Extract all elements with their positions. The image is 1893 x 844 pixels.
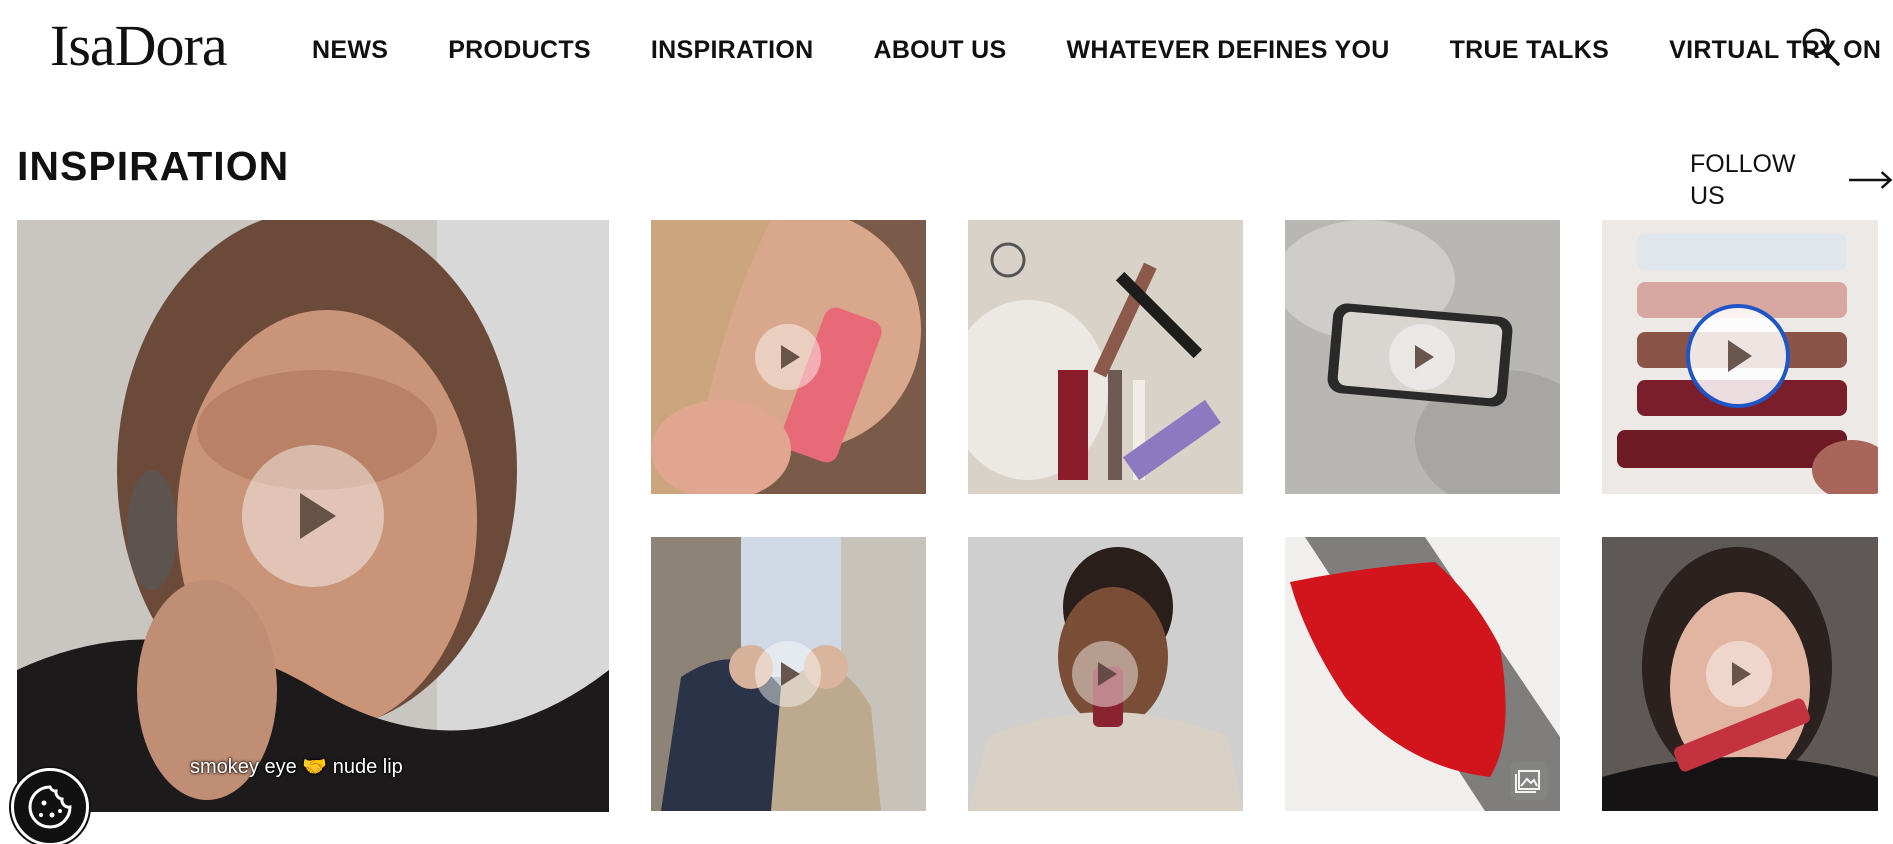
nav-item-inspiration[interactable]: INSPIRATION bbox=[651, 34, 814, 66]
inspiration-tile-1[interactable] bbox=[17, 220, 609, 812]
tile-image bbox=[968, 220, 1243, 494]
follow-us-link[interactable]: FOLLOW US bbox=[1690, 148, 1893, 212]
inspiration-tile-2[interactable] bbox=[651, 220, 926, 494]
inspiration-tile-3[interactable] bbox=[968, 220, 1243, 494]
video-caption: smokey eye 🤝 nude lip bbox=[190, 756, 403, 778]
arrow-right-icon bbox=[1848, 171, 1892, 189]
play-button[interactable] bbox=[755, 641, 821, 707]
inspiration-tile-7[interactable] bbox=[968, 537, 1243, 811]
search-icon[interactable] bbox=[1800, 26, 1842, 68]
section-title: INSPIRATION bbox=[17, 143, 290, 189]
site-header: IsaDora NEWS PRODUCTS INSPIRATION ABOUT … bbox=[0, 0, 1893, 96]
cookie-icon[interactable] bbox=[11, 768, 89, 844]
play-button[interactable] bbox=[1690, 308, 1786, 404]
play-button[interactable] bbox=[1706, 641, 1772, 707]
nav-item-news[interactable]: NEWS bbox=[312, 34, 388, 66]
inspiration-tile-9[interactable] bbox=[1602, 537, 1878, 811]
play-button[interactable] bbox=[1072, 641, 1138, 707]
nav-item-true-talks[interactable]: TRUE TALKS bbox=[1450, 34, 1609, 66]
play-button[interactable] bbox=[1389, 324, 1455, 390]
inspiration-tile-8[interactable] bbox=[1285, 537, 1560, 811]
follow-us-label: FOLLOW US bbox=[1690, 150, 1796, 210]
inspiration-tile-5[interactable] bbox=[1602, 220, 1878, 494]
inspiration-tile-6[interactable] bbox=[651, 537, 926, 811]
gallery-icon bbox=[1510, 762, 1548, 800]
play-button[interactable] bbox=[242, 445, 384, 587]
play-button[interactable] bbox=[755, 324, 821, 390]
inspiration-tile-4[interactable] bbox=[1285, 220, 1560, 494]
nav-item-about-us[interactable]: ABOUT US bbox=[873, 34, 1006, 66]
nav-item-products[interactable]: PRODUCTS bbox=[448, 34, 591, 66]
brand-logo[interactable]: IsaDora bbox=[50, 16, 228, 76]
nav-item-whatever-defines-you[interactable]: WHATEVER DEFINES YOU bbox=[1066, 34, 1389, 66]
main-nav: NEWS PRODUCTS INSPIRATION ABOUT US WHATE… bbox=[312, 34, 1881, 66]
nav-item-virtual-try-on[interactable]: VIRTUAL TRY ON bbox=[1669, 34, 1881, 66]
